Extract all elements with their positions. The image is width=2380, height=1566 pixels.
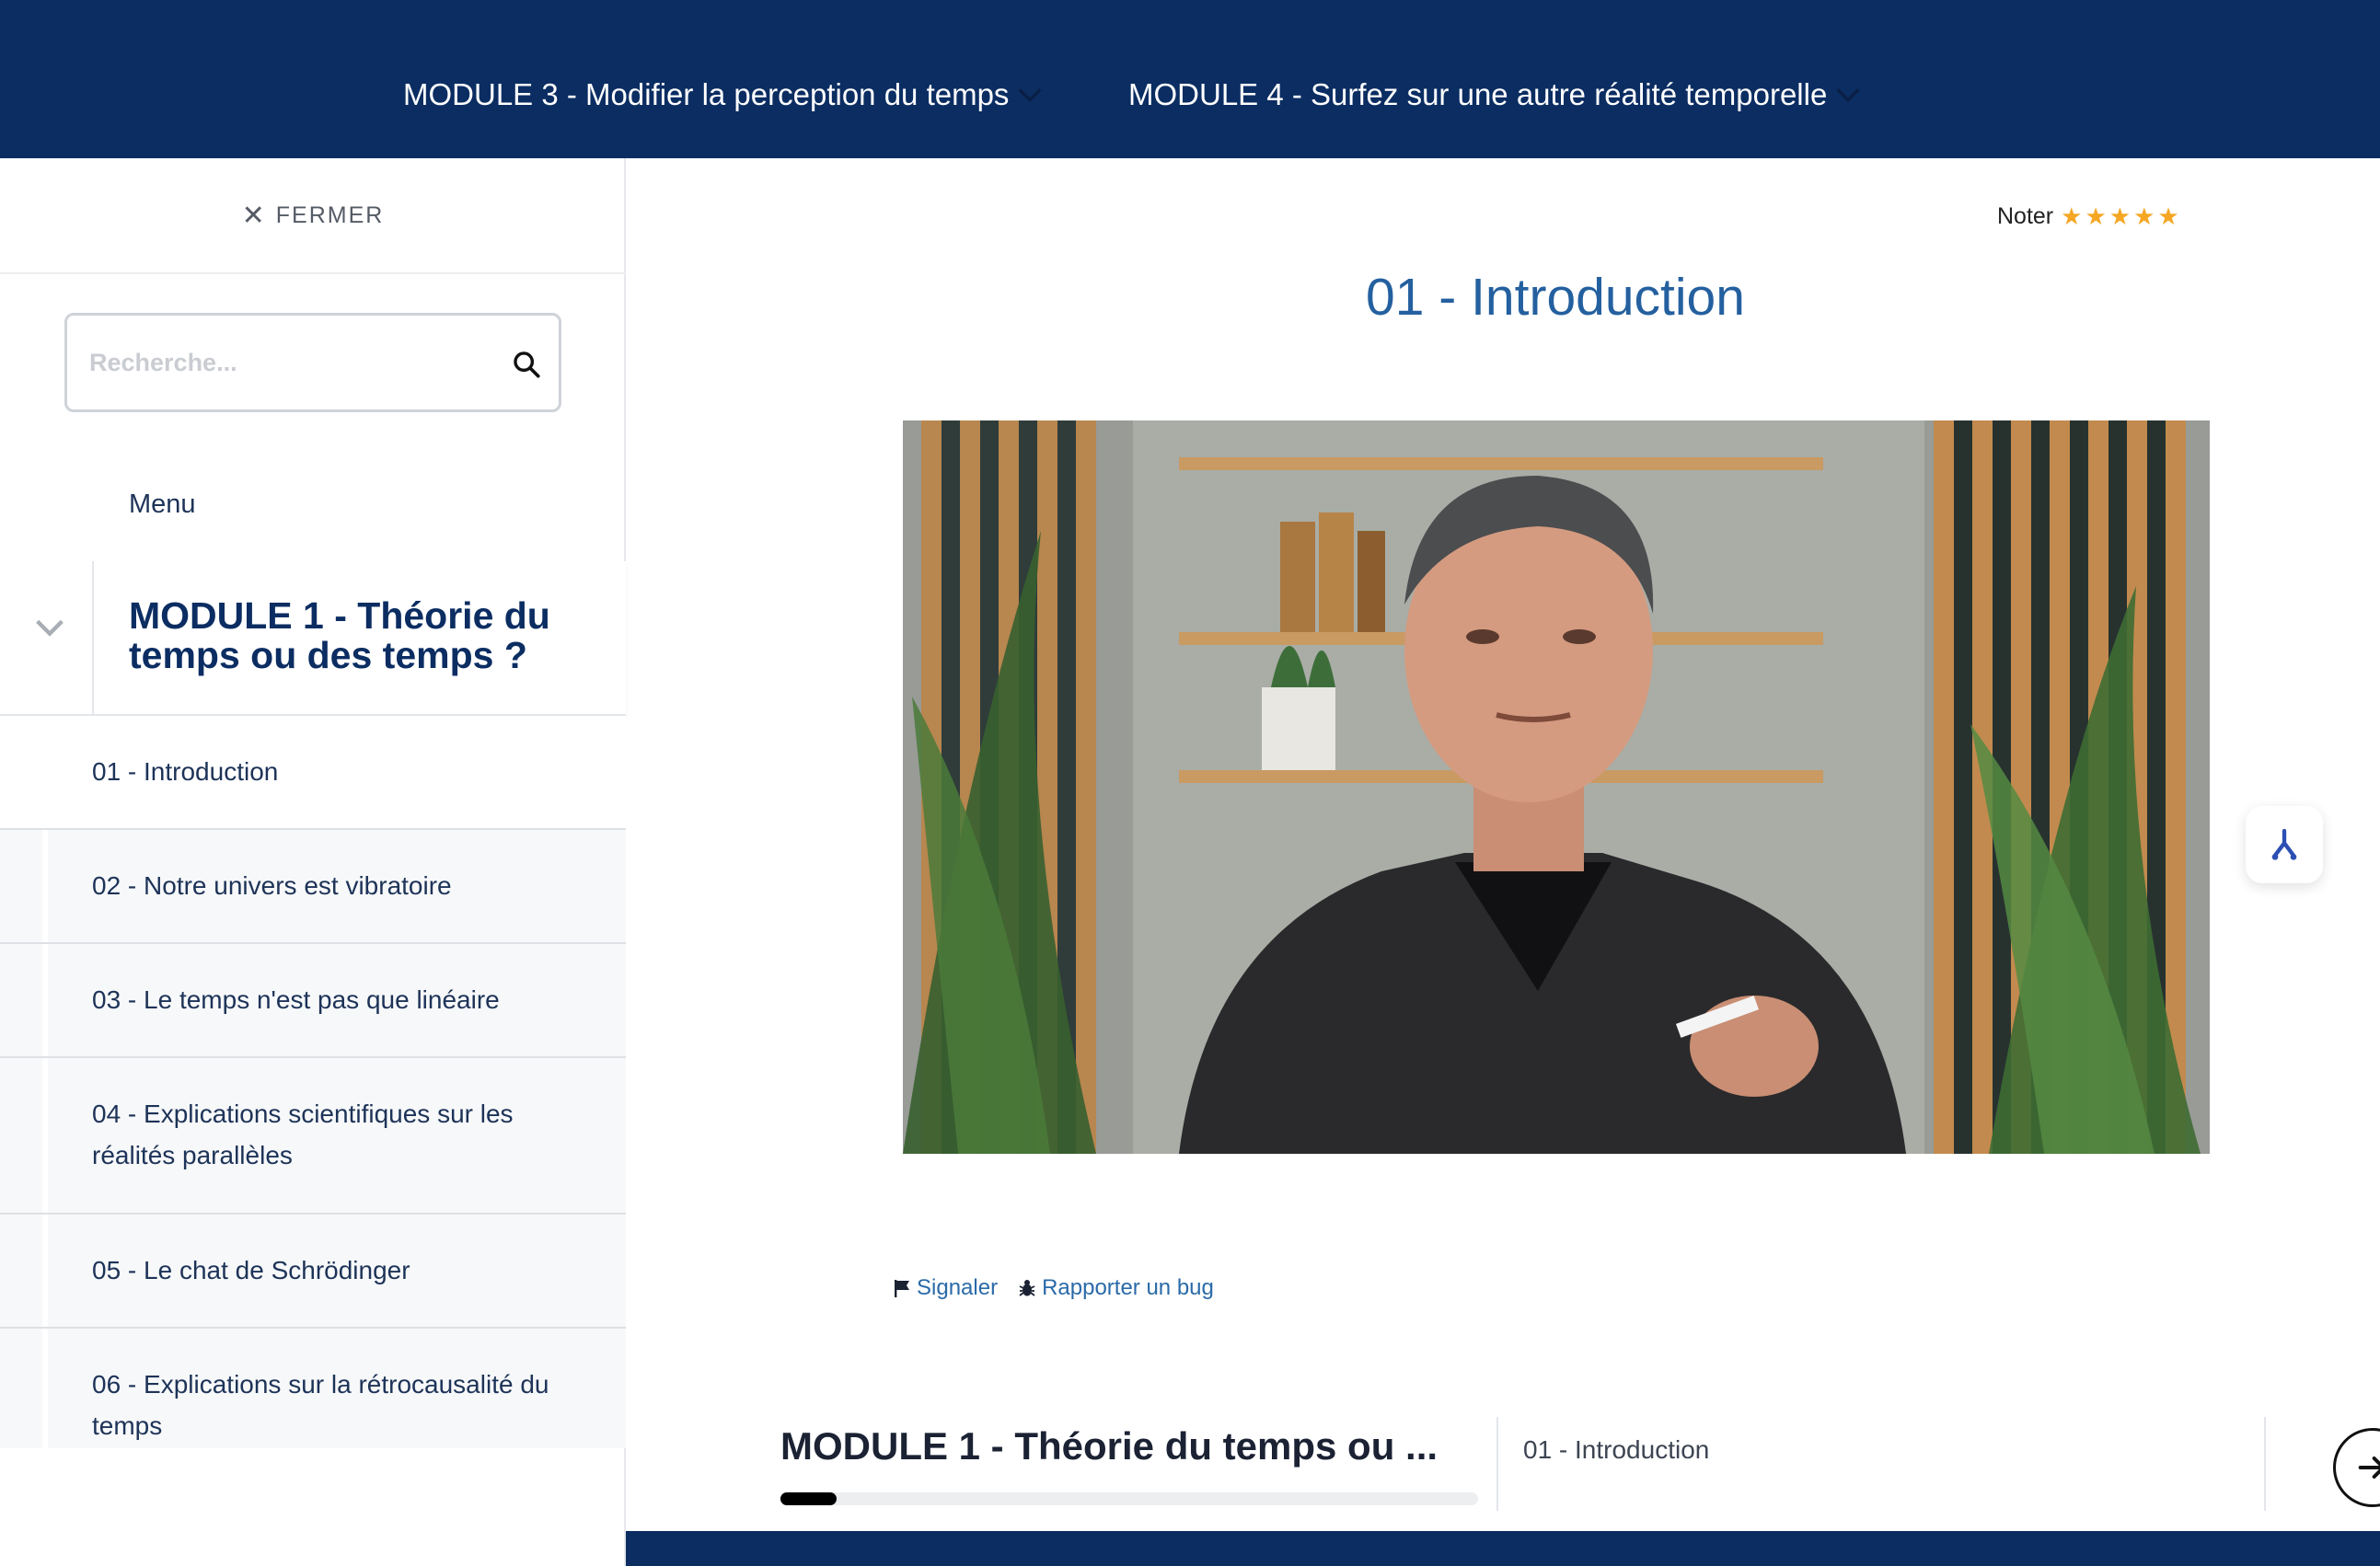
- lesson-label: 04 - Explications scientifiques sur les …: [92, 1100, 514, 1169]
- lesson-rail: [42, 716, 48, 828]
- lesson-title: 01 - Introduction: [1366, 268, 1745, 327]
- module-toggle[interactable]: [0, 561, 94, 716]
- lesson-rail: [42, 830, 48, 942]
- lesson-footer: MODULE 1 - Théorie du temps ou ... 01 - …: [626, 1417, 2380, 1531]
- bug-label: Rapporter un bug: [1042, 1275, 1214, 1300]
- nav-module-4-label: MODULE 4 - Surfez sur une autre réalité …: [1128, 77, 1828, 111]
- close-icon: ✕: [241, 200, 267, 231]
- chevron-down-icon: [1836, 88, 1860, 103]
- close-sidebar-button[interactable]: ✕ FERMER: [0, 158, 626, 274]
- lesson-item[interactable]: 06 - Explications sur la rétrocausalité …: [0, 1329, 626, 1448]
- floating-tool-button[interactable]: [2246, 806, 2323, 883]
- divider: [1496, 1417, 1498, 1511]
- lesson-list: 01 - Introduction 02 - Notre univers est…: [0, 716, 626, 1448]
- menu-link[interactable]: Menu: [129, 489, 196, 520]
- lesson-label: 01 - Introduction: [92, 757, 279, 786]
- search-input[interactable]: [89, 316, 476, 409]
- arrow-right-icon: [2358, 1457, 2380, 1479]
- sidebar-module-1[interactable]: MODULE 1 - Théorie du temps ou des temps…: [0, 561, 626, 716]
- chevron-down-icon: [1018, 88, 1042, 103]
- lesson-rail: [42, 1058, 48, 1213]
- tool-icon: [2271, 828, 2297, 860]
- lesson-label: 06 - Explications sur la rétrocausalité …: [92, 1370, 549, 1440]
- bug-report-link[interactable]: Rapporter un bug: [1016, 1275, 1214, 1301]
- progress-fill: [780, 1492, 837, 1505]
- next-lesson-button[interactable]: [2333, 1428, 2380, 1507]
- flag-icon: [895, 1280, 909, 1297]
- lesson-item[interactable]: 02 - Notre univers est vibratoire: [0, 830, 626, 944]
- lesson-rail: [42, 1329, 48, 1448]
- star-rating-icon[interactable]: ★★★★★: [2061, 202, 2182, 231]
- bug-icon: [1019, 1280, 1035, 1296]
- lesson-label: 02 - Notre univers est vibratoire: [92, 871, 452, 900]
- lesson-label: 05 - Le chat de Schrödinger: [92, 1256, 410, 1284]
- nav-module-3-label: MODULE 3 - Modifier la perception du tem…: [403, 77, 1010, 111]
- nav-module-3[interactable]: MODULE 3 - Modifier la perception du tem…: [403, 77, 1046, 112]
- close-label: FERMER: [275, 202, 385, 228]
- nav-module-4[interactable]: MODULE 4 - Surfez sur une autre réalité …: [1128, 77, 1864, 112]
- report-label: Signaler: [917, 1275, 999, 1300]
- footer-module-title: MODULE 1 - Théorie du temps ou ...: [780, 1424, 1438, 1468]
- search-icon[interactable]: [511, 349, 542, 380]
- page: MODULE 3 - Modifier la perception du tem…: [0, 0, 2380, 1566]
- bottom-bar: [626, 1531, 2380, 1566]
- lesson-item[interactable]: 01 - Introduction: [0, 716, 626, 830]
- video-frame: [903, 420, 2210, 1154]
- divider: [2264, 1417, 2266, 1511]
- search-box: [64, 313, 561, 412]
- lesson-rail: [42, 944, 48, 1056]
- rating-widget[interactable]: Noter ★★★★★: [1997, 202, 2182, 231]
- lesson-actions: Signaler Rapporter un bug: [891, 1275, 1232, 1301]
- progress-bar: [780, 1492, 1478, 1505]
- lesson-label: 03 - Le temps n'est pas que linéaire: [92, 985, 500, 1014]
- lesson-item[interactable]: 03 - Le temps n'est pas que linéaire: [0, 944, 626, 1058]
- footer-lesson-title: 01 - Introduction: [1523, 1435, 1710, 1464]
- sidebar: ✕ FERMER Menu MODULE 1 - Théorie du temp…: [0, 158, 626, 1566]
- report-link[interactable]: Signaler: [891, 1275, 998, 1301]
- sidebar-module-title: MODULE 1 - Théorie du temps ou des temps…: [129, 594, 550, 676]
- lesson-rail: [42, 1215, 48, 1327]
- lesson-item[interactable]: 04 - Explications scientifiques sur les …: [0, 1058, 626, 1215]
- video-player[interactable]: [903, 420, 2210, 1154]
- lesson-item[interactable]: 05 - Le chat de Schrödinger: [0, 1215, 626, 1329]
- rating-label: Noter: [1997, 203, 2054, 229]
- chevron-down-icon: [36, 619, 64, 637]
- top-navigation-bar: MODULE 3 - Modifier la perception du tem…: [0, 0, 2380, 158]
